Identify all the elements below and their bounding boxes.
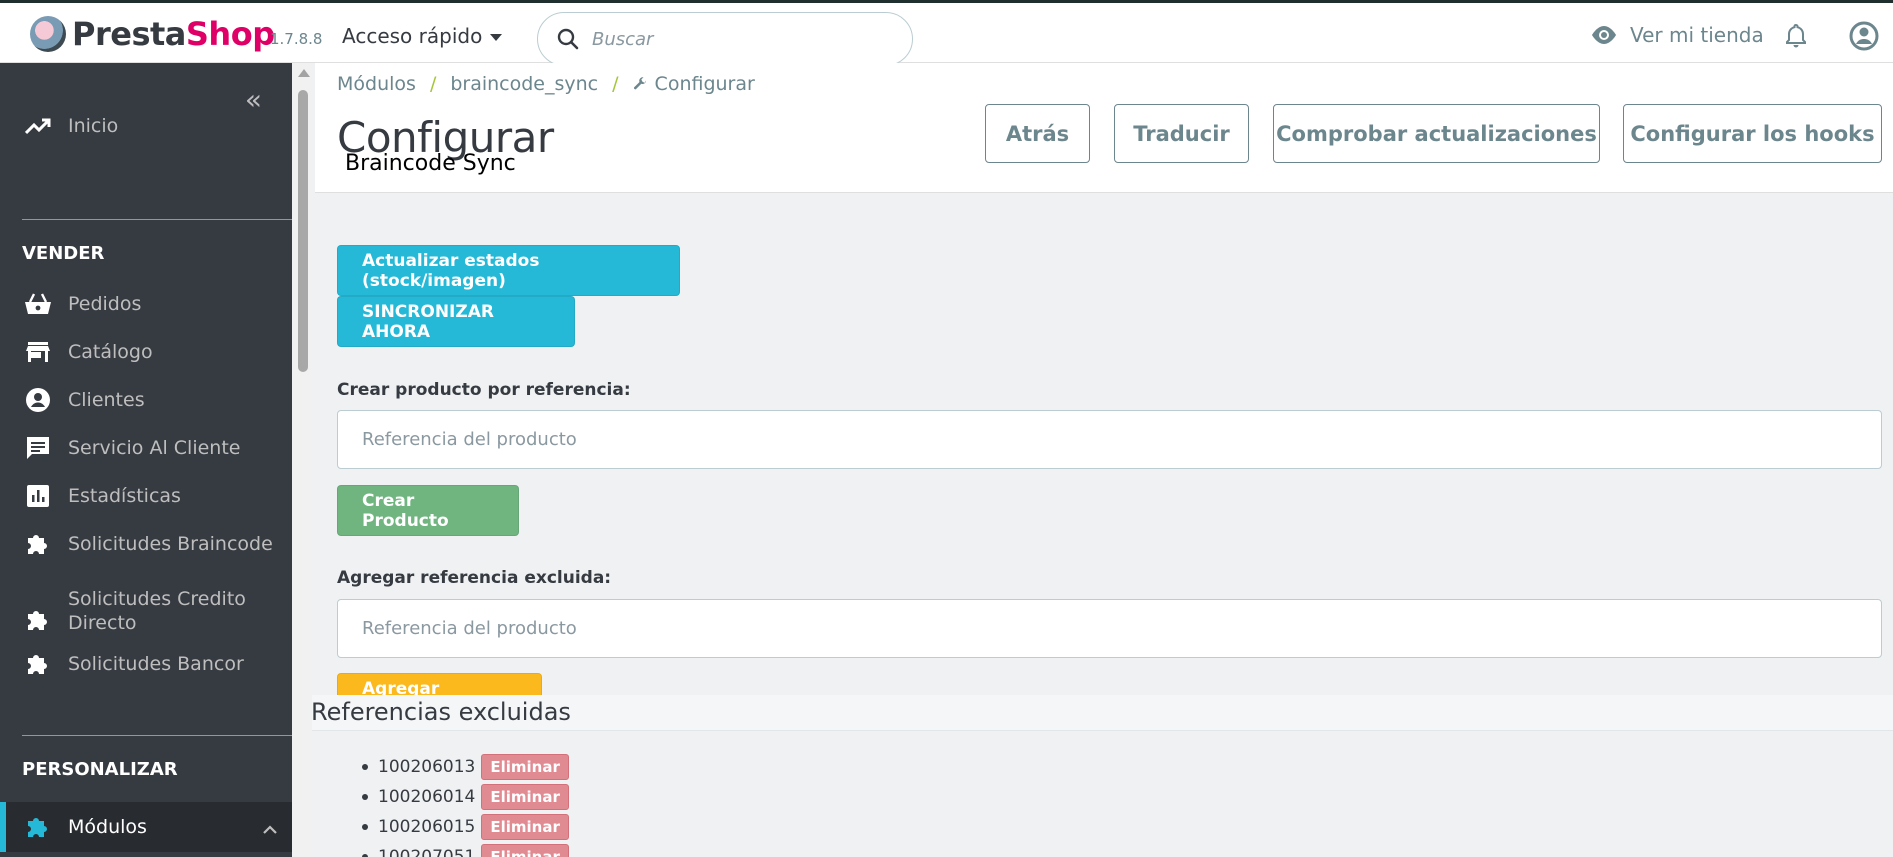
excluded-references-list: 100206013 Eliminar 100206014 Eliminar 1002… <box>362 752 569 857</box>
scroll-up-arrow-icon[interactable] <box>298 69 310 77</box>
sidebar-item-orders[interactable]: Pedidos <box>0 288 292 320</box>
sidebar-item-customers[interactable]: Clientes <box>0 384 292 416</box>
sidebar-item-home[interactable]: Inicio <box>0 108 292 144</box>
user-menu-button[interactable] <box>1849 21 1879 55</box>
sidebar-item-bancor-requests[interactable]: Solicitudes Bancor <box>0 648 292 680</box>
breadcrumb-module-name[interactable]: braincode_sync <box>450 73 598 95</box>
sidebar: « Inicio VENDER Pedidos Catálogo Cliente… <box>0 63 292 857</box>
sidebar-item-label: Servicio Al Cliente <box>68 437 241 459</box>
trending-up-icon <box>24 112 52 140</box>
excluded-reference: 100206014 <box>378 787 476 807</box>
view-store-link[interactable]: Ver mi tienda <box>1590 23 1764 47</box>
basket-icon <box>24 290 52 318</box>
view-store-label: Ver mi tienda <box>1630 23 1764 47</box>
excluded-references-title: Referencias excluidas <box>311 698 571 726</box>
excluded-reference: 100206015 <box>378 817 476 837</box>
sidebar-heading-sell: VENDER <box>22 243 105 264</box>
bar-chart-icon <box>24 482 52 510</box>
list-item: 100206013 Eliminar <box>362 752 569 782</box>
breadcrumb: Módulos / braincode_sync / Configurar <box>337 73 755 95</box>
sidebar-item-label: Catálogo <box>68 341 153 363</box>
configure-hooks-button[interactable]: Configurar los hooks <box>1623 104 1882 163</box>
scrollbar-thumb[interactable] <box>298 90 308 372</box>
search-input[interactable] <box>592 28 872 50</box>
breadcrumb-current: Configurar <box>654 73 755 95</box>
eye-icon <box>1592 26 1616 44</box>
page-header: Módulos / braincode_sync / Configurar Co… <box>315 63 1893 193</box>
prestashop-logo[interactable]: PrestaShop <box>30 15 275 53</box>
bell-icon <box>1786 23 1806 48</box>
delete-button[interactable]: Eliminar <box>481 844 569 857</box>
logo-text-shop: Shop <box>185 15 275 53</box>
caret-down-icon <box>490 33 503 41</box>
list-item: 100206015 Eliminar <box>362 812 569 842</box>
sidebar-heading-customize: PERSONALIZAR <box>22 759 178 780</box>
translate-button[interactable]: Traducir <box>1114 104 1249 163</box>
check-updates-button[interactable]: Comprobar actualizaciones <box>1273 104 1600 163</box>
create-product-label: Crear producto por referencia: <box>337 380 631 400</box>
search-icon <box>557 28 579 50</box>
quick-access-dropdown[interactable]: Acceso rápido <box>342 24 503 48</box>
page-subtitle: Braincode Sync <box>345 151 516 176</box>
sidebar-item-label: Pedidos <box>68 293 142 315</box>
sidebar-item-label: Solicitudes Bancor <box>68 653 244 675</box>
version-label: 1.7.8.8 <box>270 30 323 48</box>
excluded-reference: 100207051 <box>378 847 476 857</box>
delete-button[interactable]: Eliminar <box>481 754 569 780</box>
puzzle-icon <box>24 606 52 634</box>
puzzle-icon <box>24 530 52 558</box>
delete-button[interactable]: Eliminar <box>481 784 569 810</box>
logo-text-presta: Presta <box>72 15 186 53</box>
excluded-reference: 100206013 <box>378 757 476 777</box>
sidebar-divider <box>22 735 292 736</box>
store-icon <box>24 338 52 366</box>
top-header: PrestaShop 1.7.8.8 Acceso rápido Ver mi … <box>0 0 1893 66</box>
sidebar-item-catalog[interactable]: Catálogo <box>0 336 292 368</box>
create-reference-input[interactable] <box>337 410 1882 469</box>
puffin-logo-icon <box>30 16 66 52</box>
sidebar-item-direct-credit-requests[interactable]: Solicitudes Credito Directo <box>0 585 292 637</box>
breadcrumb-modules[interactable]: Módulos <box>337 73 416 95</box>
sidebar-divider <box>22 219 292 220</box>
exclude-reference-input[interactable] <box>337 599 1882 658</box>
sidebar-item-label: Inicio <box>68 115 119 137</box>
breadcrumb-separator: / <box>612 73 619 95</box>
list-item: 100206014 Eliminar <box>362 782 569 812</box>
sidebar-item-label: Estadísticas <box>68 485 181 507</box>
search-box[interactable] <box>537 12 913 66</box>
quick-access-label: Acceso rápido <box>342 24 483 48</box>
sidebar-scrollbar[interactable] <box>294 63 312 857</box>
create-product-button[interactable]: Crear Producto <box>337 485 519 536</box>
notifications-button[interactable] <box>1784 23 1808 53</box>
puzzle-icon <box>24 813 52 841</box>
breadcrumb-separator: / <box>429 73 437 95</box>
sidebar-item-modules[interactable]: Módulos <box>0 802 292 852</box>
list-item: 100207051 Eliminar <box>362 842 569 857</box>
account-circle-icon <box>1849 21 1879 51</box>
sidebar-item-label: Módulos <box>68 816 147 838</box>
update-states-button[interactable]: Actualizar estados (stock/imagen) <box>337 245 680 296</box>
chevron-up-icon[interactable] <box>262 818 278 840</box>
sidebar-item-braincode-requests[interactable]: Solicitudes Braincode <box>0 528 292 560</box>
exclude-reference-label: Agregar referencia excluida: <box>337 568 612 588</box>
back-button[interactable]: Atrás <box>985 104 1090 163</box>
delete-button[interactable]: Eliminar <box>481 814 569 840</box>
logo-text: PrestaShop <box>72 15 275 53</box>
puzzle-icon <box>24 650 52 678</box>
account-circle-icon <box>24 386 52 414</box>
sidebar-item-stats[interactable]: Estadísticas <box>0 480 292 512</box>
sidebar-item-label: Solicitudes Braincode <box>68 533 273 555</box>
sync-now-button[interactable]: SINCRONIZAR AHORA <box>337 296 575 347</box>
sidebar-item-customer-service[interactable]: Servicio Al Cliente <box>0 432 292 464</box>
sidebar-item-label: Clientes <box>68 389 145 411</box>
wrench-icon <box>633 77 646 90</box>
sidebar-item-label: Solicitudes Credito Directo <box>68 588 246 634</box>
chat-icon <box>24 434 52 462</box>
